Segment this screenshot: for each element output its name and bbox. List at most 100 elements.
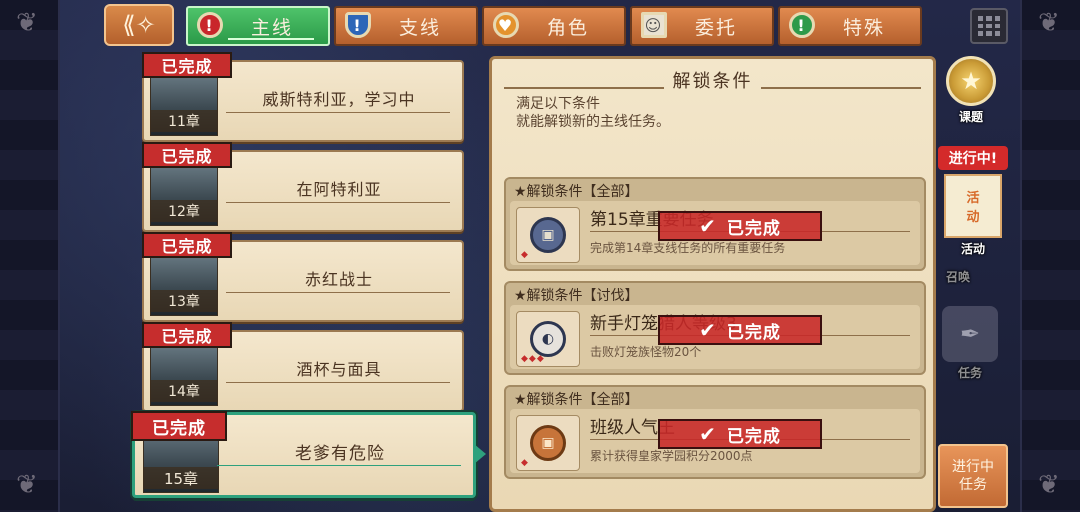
divider [226, 202, 450, 203]
menu-grid-icon[interactable] [970, 8, 1008, 44]
tab-label: 主线 [250, 16, 293, 39]
chapter-number: 15章 [143, 467, 219, 489]
ornament-line [504, 87, 664, 89]
completed-badge: 已完成 [142, 232, 232, 258]
blue-medal-icon: ▣ [530, 217, 566, 253]
red-exclamation-icon: ! [194, 6, 226, 44]
chapter-number: 11章 [150, 110, 218, 132]
condition-detail: 完成第14章支线任务的所有重要任务 [590, 241, 786, 255]
difficulty-diamond-icon: ◆◆◆ [521, 354, 545, 364]
orange-heart-icon: ♥ [490, 6, 522, 44]
tab-main-quest[interactable]: ! 主线 [186, 6, 330, 46]
condition-header: ★解锁条件【全部】 [514, 184, 639, 200]
activity-card-text: 动 [966, 210, 980, 225]
description-line: 就能解锁新的主线任务。 [516, 114, 670, 130]
back-button[interactable]: ⟪✧ [104, 4, 174, 46]
panel-title: 解锁条件 [672, 71, 753, 92]
completed-badge: 已完成 [142, 322, 232, 348]
tab-label: 支线 [398, 16, 441, 39]
chapter-title: 赤红战士 [304, 270, 373, 289]
star-medal-icon: ★ [946, 56, 996, 106]
condition-card: ★解锁条件【全部】 ▣ ◆ 班级人气王 累计获得皇家学园积分2000点 ✔ 已完… [504, 385, 926, 479]
condition-body: ▣ ◆ 第15章重要任务 完成第14章支线任务的所有重要任务 ✔ 已完成 [510, 201, 920, 265]
difficulty-diamond-icon: ◆ [521, 458, 529, 468]
condition-card: ★解锁条件【全部】 ▣ ◆ 第15章重要任务 完成第14章支线任务的所有重要任务… [504, 177, 926, 271]
green-key-icon: ! [786, 6, 818, 44]
condition-icon: ▣ ◆ [516, 415, 580, 471]
task-button[interactable]: ✒ 任务 [942, 306, 998, 381]
feather-quill-icon: ✒ [942, 306, 998, 362]
completed-badge: 已完成 [142, 142, 232, 168]
completed-label: 已完成 [726, 426, 781, 447]
chapter-number: 13章 [150, 290, 218, 312]
completed-label: 已完成 [726, 218, 781, 239]
ornament-icon: ❦ [1038, 8, 1060, 38]
chapter-item[interactable]: 14章 酒杯与面具 已完成 [142, 322, 464, 412]
chapter-item[interactable]: 12章 在阿特利亚 已完成 [142, 142, 464, 232]
summon-label: 召唤 [946, 270, 971, 284]
tab-side-quest[interactable]: ! 支线 [334, 6, 478, 46]
task-label: 任务 [957, 366, 982, 380]
condition-body: ▣ ◆ 班级人气王 累计获得皇家学园积分2000点 ✔ 已完成 [510, 409, 920, 473]
completed-badge: 已完成 [131, 411, 227, 441]
divider [226, 382, 450, 383]
tab-commission[interactable]: ☺ 委托 [630, 6, 774, 46]
tab-underline [228, 38, 314, 40]
tab-special[interactable]: ! 特殊 [778, 6, 922, 46]
condition-header: ★解锁条件【全部】 [514, 392, 639, 408]
chapter-number: 12章 [150, 200, 218, 222]
summon-button[interactable]: 召唤 [946, 266, 970, 285]
checkmark-icon: ✔ [699, 422, 717, 446]
checkmark-icon: ✔ [699, 318, 717, 342]
ongoing-label-line: 进行中 [952, 459, 994, 475]
chapter-title: 在阿特利亚 [296, 180, 382, 199]
cat-medal-icon: ◐ [530, 321, 566, 357]
condition-detail: 累计获得皇家学园积分2000点 [590, 449, 753, 463]
condition-detail: 击败灯笼族怪物20个 [590, 345, 702, 359]
chapter-title: 威斯特利亚，学习中 [262, 90, 416, 109]
condition-icon: ▣ ◆ [516, 207, 580, 263]
bronze-medal-icon: ▣ [530, 425, 566, 461]
completed-stamp: ✔ 已完成 [658, 419, 822, 449]
chapter-title: 酒杯与面具 [296, 360, 382, 379]
chapter-number: 14章 [150, 380, 218, 402]
left-frame: ❦ ❦ [0, 0, 60, 512]
completed-stamp: ✔ 已完成 [658, 315, 822, 345]
condition-body: ◐ ◆◆◆ 新手灯笼猎人等级3 击败灯笼族怪物20个 ✔ 已完成 [510, 305, 920, 369]
selection-arrow-icon [474, 444, 486, 464]
divider [226, 112, 450, 113]
chapter-item[interactable]: 11章 威斯特利亚，学习中 已完成 [142, 52, 464, 142]
tab-label: 委托 [694, 16, 737, 39]
activity-card-icon: 活 动 [944, 174, 1002, 238]
right-frame: ❦ ❦ [1020, 0, 1080, 512]
in-progress-badge: 进行中! [938, 146, 1008, 170]
ornament-icon: ❦ [16, 8, 38, 38]
activity-button[interactable]: 活 动 活动 [944, 174, 1002, 257]
completed-label: 已完成 [726, 322, 781, 343]
portrait-document-icon: ☺ [638, 6, 670, 44]
chapter-item-selected[interactable]: 15章 老爹有危险 已完成 [131, 411, 476, 498]
condition-header: ★解锁条件【讨伐】 [514, 288, 639, 304]
condition-icon: ◐ ◆◆◆ [516, 311, 580, 367]
topic-label: 课题 [958, 110, 983, 124]
activity-label: 活动 [960, 242, 985, 256]
blue-shield-icon: ! [342, 6, 374, 44]
tab-character[interactable]: ♥ 角色 [482, 6, 626, 46]
ornament-icon: ❦ [16, 470, 38, 500]
ongoing-label-line: 任务 [959, 477, 987, 493]
chapter-item[interactable]: 13章 赤红战士 已完成 [142, 232, 464, 322]
description-line: 满足以下条件 [516, 96, 600, 112]
tab-label: 角色 [546, 16, 589, 39]
panel-description: 满足以下条件 就能解锁新的主线任务。 [516, 95, 670, 131]
divider [226, 292, 450, 293]
condition-card: ★解锁条件【讨伐】 ◐ ◆◆◆ 新手灯笼猎人等级3 击败灯笼族怪物20个 ✔ 已… [504, 281, 926, 375]
topic-button[interactable]: ★ 课题 [946, 56, 996, 125]
ornament-icon: ❦ [1038, 470, 1060, 500]
ongoing-tasks-button[interactable]: 进行中 任务 [938, 444, 1008, 508]
completed-stamp: ✔ 已完成 [658, 211, 822, 241]
chapter-title: 老爹有危险 [295, 443, 385, 464]
divider [217, 465, 461, 466]
checkmark-icon: ✔ [699, 214, 717, 238]
unlock-conditions-panel: 解锁条件 满足以下条件 就能解锁新的主线任务。 ★解锁条件【全部】 ▣ ◆ 第1… [489, 56, 936, 512]
back-arrow-icon: ⟪✧ [122, 11, 156, 39]
